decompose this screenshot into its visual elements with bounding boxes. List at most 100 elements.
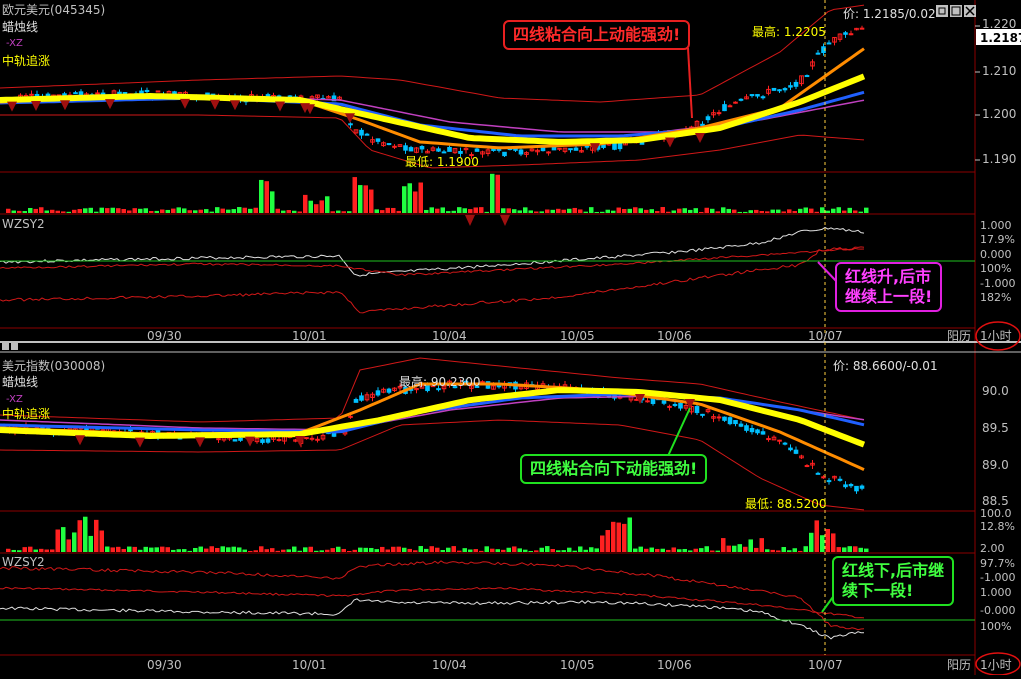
volume-bar bbox=[220, 546, 225, 552]
volume-bar bbox=[176, 207, 181, 213]
volume-bar bbox=[385, 549, 390, 552]
top-period-label[interactable]: 阳历 bbox=[947, 329, 971, 343]
top-osc-tick: 0.000 bbox=[980, 248, 1012, 261]
bottom-timeframe-label[interactable]: 1小时 bbox=[980, 658, 1012, 672]
candle-body bbox=[546, 151, 551, 154]
volume-bar bbox=[121, 208, 126, 213]
candle-body bbox=[749, 427, 755, 433]
volume-bar bbox=[561, 209, 566, 213]
volume-bar bbox=[435, 547, 440, 552]
volume-bar bbox=[424, 209, 429, 213]
volume-bar bbox=[616, 522, 621, 552]
candle-body bbox=[815, 52, 821, 55]
bottom-mid-label: 中轨追涨 bbox=[2, 406, 50, 421]
bottom-period-label[interactable]: 阳历 bbox=[947, 658, 971, 672]
volume-bar bbox=[160, 209, 165, 213]
annotation-bottom-osc: 红线下,后市继 续下一段! bbox=[832, 556, 955, 606]
volume-bar bbox=[825, 210, 830, 213]
volume-bar bbox=[853, 546, 858, 552]
volume-bar bbox=[77, 209, 82, 213]
volume-bar bbox=[143, 546, 148, 552]
callout-pointer bbox=[667, 407, 691, 457]
panel-splitter-icons[interactable] bbox=[2, 343, 18, 350]
sell-arrow-icon bbox=[105, 99, 115, 110]
volume-bar bbox=[490, 548, 495, 552]
volume-bar bbox=[424, 548, 429, 552]
volume-bar bbox=[358, 185, 363, 213]
volume-bar bbox=[275, 550, 280, 552]
volume-bar bbox=[149, 210, 154, 213]
candle-body bbox=[738, 98, 744, 101]
volume-bar bbox=[589, 207, 594, 213]
volume-bar bbox=[363, 547, 368, 552]
volume-bar bbox=[385, 207, 390, 213]
candle-body bbox=[804, 465, 810, 468]
volume-bar bbox=[726, 208, 731, 213]
volume-bar bbox=[204, 209, 209, 213]
volume-bar bbox=[743, 211, 748, 213]
candle-body bbox=[551, 146, 557, 151]
volume-bar bbox=[781, 211, 786, 213]
volume-bar bbox=[341, 211, 346, 213]
bottom-osc-tick: -0.000 bbox=[980, 604, 1015, 617]
window-maximize-icon[interactable] bbox=[950, 5, 962, 17]
volume-bar bbox=[594, 548, 599, 552]
volume-bar bbox=[94, 519, 99, 552]
top-osc-tick: 182% bbox=[980, 291, 1011, 304]
window-restore-icon[interactable] bbox=[936, 5, 948, 17]
candle-body bbox=[843, 484, 848, 488]
volume-bar bbox=[303, 194, 308, 213]
top-timeframe-label[interactable]: 1小时 bbox=[980, 329, 1012, 343]
candle-body bbox=[403, 145, 408, 151]
volume-bar bbox=[572, 550, 577, 552]
volume-bar bbox=[842, 210, 847, 213]
volume-bar bbox=[407, 183, 412, 213]
candle-body bbox=[73, 92, 78, 95]
volume-bar bbox=[127, 210, 132, 213]
top-mid-label: 中轨追涨 bbox=[2, 53, 50, 68]
candle-body bbox=[584, 145, 590, 148]
volume-bar bbox=[462, 548, 467, 552]
volume-bar bbox=[264, 181, 269, 213]
volume-bar bbox=[44, 210, 49, 213]
candle-body bbox=[755, 429, 760, 434]
volume-bar bbox=[737, 211, 742, 213]
volume-bar bbox=[792, 211, 797, 213]
volume-bar bbox=[165, 547, 170, 552]
volume-bar bbox=[39, 207, 44, 213]
volume-bar bbox=[292, 210, 297, 213]
candle-body bbox=[353, 398, 359, 403]
candle-body bbox=[755, 94, 760, 97]
volume-bar bbox=[66, 539, 71, 552]
window-close-icon[interactable] bbox=[964, 5, 976, 17]
volume-bar bbox=[215, 547, 220, 552]
candle-body bbox=[304, 437, 309, 440]
volume-bar bbox=[655, 211, 660, 213]
candle-body bbox=[617, 142, 623, 150]
volume-bar bbox=[297, 550, 302, 552]
volume-bar bbox=[572, 207, 577, 213]
volume-bar bbox=[220, 208, 225, 213]
volume-bar bbox=[402, 547, 407, 552]
volume-bar bbox=[506, 208, 511, 213]
candle-body bbox=[826, 42, 832, 45]
volume-bar bbox=[138, 549, 143, 552]
volume-bar bbox=[512, 209, 517, 213]
volume-bar bbox=[270, 548, 275, 552]
annotation-top-main: 四线粘合向上动能强劲! bbox=[503, 20, 691, 50]
sell-arrow-icon bbox=[665, 137, 675, 148]
volume-bar bbox=[237, 207, 242, 213]
bollinger-upper-line bbox=[0, 4, 865, 103]
sell-arrow-icon bbox=[60, 100, 70, 111]
volume-bar bbox=[105, 208, 110, 213]
candle-body bbox=[678, 402, 683, 409]
candle-body bbox=[788, 447, 793, 451]
candle-body bbox=[804, 75, 810, 78]
volume-bar bbox=[352, 177, 357, 213]
volume-bar bbox=[787, 550, 792, 552]
volume-bar bbox=[473, 207, 478, 213]
volume-bar bbox=[391, 546, 396, 552]
candle-body bbox=[238, 437, 243, 441]
candle-body bbox=[408, 147, 414, 152]
volume-bar bbox=[237, 547, 242, 552]
